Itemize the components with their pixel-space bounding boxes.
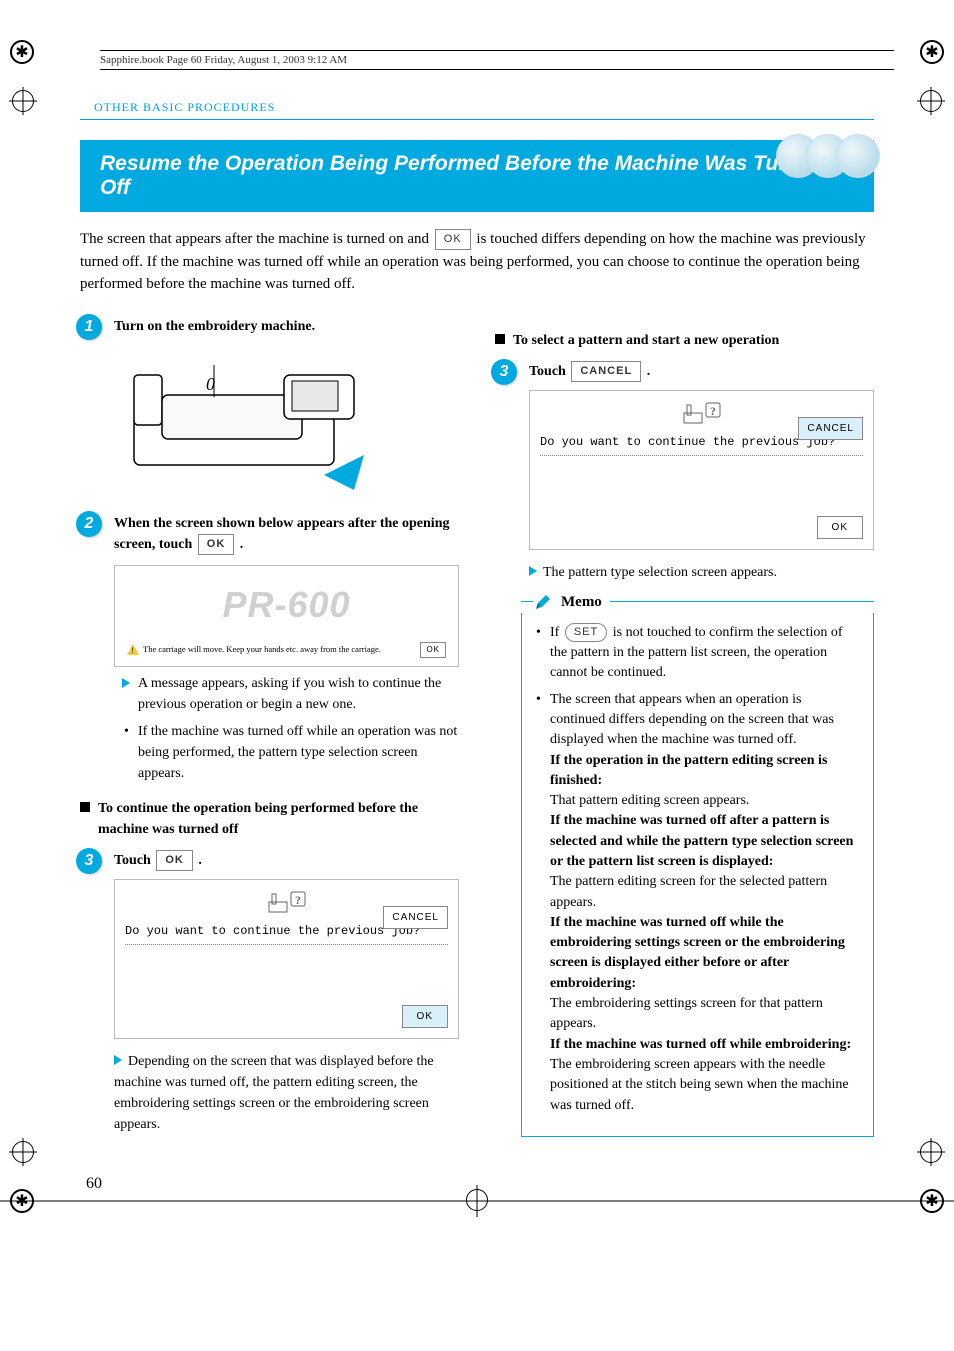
subheading-continue: To continue the operation being performe… xyxy=(80,798,459,840)
ok-button[interactable]: OK xyxy=(435,229,471,250)
step2-note: If the machine was turned off while an o… xyxy=(124,721,459,784)
pr600-logo: PR-600 xyxy=(123,578,450,632)
pencil-icon xyxy=(533,592,553,612)
continue-dialog: ? Do you want to continue the previous j… xyxy=(114,879,459,1039)
step2-title: When the screen shown below appears afte… xyxy=(114,513,459,555)
title-banner: Resume the Operation Being Performed Bef… xyxy=(80,140,874,212)
warning-icon xyxy=(127,644,139,655)
cancel-dialog: ? Do you want to continue the previous j… xyxy=(529,390,874,550)
square-bullet-icon xyxy=(80,802,90,812)
set-button[interactable]: SET xyxy=(565,623,607,643)
memo-title: Memo xyxy=(561,591,602,614)
step3a-result: Depending on the screen that was display… xyxy=(114,1051,459,1135)
step3a-title: Touch OK . xyxy=(114,850,459,871)
cancel-button[interactable]: CANCEL xyxy=(798,417,863,440)
figure-zero-label: 0 xyxy=(206,371,215,398)
step-badge-icon: 3 xyxy=(491,359,517,385)
step-badge-icon: 3 xyxy=(76,848,102,874)
step-3b: 3 Touch CANCEL . ? xyxy=(495,361,874,583)
triangle-bullet-icon xyxy=(114,1055,122,1065)
step3b-title: Touch CANCEL . xyxy=(529,361,874,382)
chapter-label: OTHER BASIC PROCEDURES xyxy=(80,100,874,120)
intro-paragraph: The screen that appears after the machin… xyxy=(80,228,874,296)
ok-button[interactable]: OK xyxy=(402,1005,448,1028)
subheading-new: To select a pattern and start a new oper… xyxy=(495,330,874,351)
step1-title: Turn on the embroidery machine. xyxy=(114,316,459,337)
square-bullet-icon xyxy=(495,334,505,344)
step-3a: 3 Touch OK . ? xyxy=(80,850,459,1135)
carriage-warning-text: The carriage will move. Keep your hands … xyxy=(143,643,381,656)
ok-button[interactable]: OK xyxy=(817,516,863,539)
pr600-screen-figure: PR-600 The carriage will move. Keep your… xyxy=(114,565,459,667)
step2-note: A message appears, asking if you wish to… xyxy=(124,673,459,715)
step-badge-icon: 1 xyxy=(76,314,102,340)
banner-decor-icon xyxy=(790,134,880,178)
step-2: 2 When the screen shown below appears af… xyxy=(80,513,459,784)
svg-text:?: ? xyxy=(710,404,716,418)
memo-box: Memo If SET is not touched to confirm th… xyxy=(521,603,874,1137)
registration-mark-icon xyxy=(466,1189,488,1211)
intro-text: The screen that appears after the machin… xyxy=(80,231,433,247)
step-1: 1 Turn on the embroidery machine. xyxy=(80,316,459,495)
ok-button[interactable]: OK xyxy=(156,850,193,871)
memo-item: If SET is not touched to confirm the sel… xyxy=(536,623,859,684)
embroidery-machine-figure: 0 xyxy=(114,345,374,495)
banner-title-text: Resume the Operation Being Performed Bef… xyxy=(100,152,824,199)
step3b-result: The pattern type selection screen appear… xyxy=(529,562,874,583)
book-header: Sapphire.book Page 60 Friday, August 1, … xyxy=(100,50,894,70)
step-badge-icon: 2 xyxy=(76,511,102,537)
cancel-button[interactable]: CANCEL xyxy=(383,906,448,929)
ok-button[interactable]: OK xyxy=(420,642,446,658)
triangle-bullet-icon xyxy=(529,566,537,576)
ok-button[interactable]: OK xyxy=(198,534,235,555)
cancel-button[interactable]: CANCEL xyxy=(571,361,641,382)
svg-text:?: ? xyxy=(295,893,301,907)
memo-item: The screen that appears when an operatio… xyxy=(536,690,859,1116)
